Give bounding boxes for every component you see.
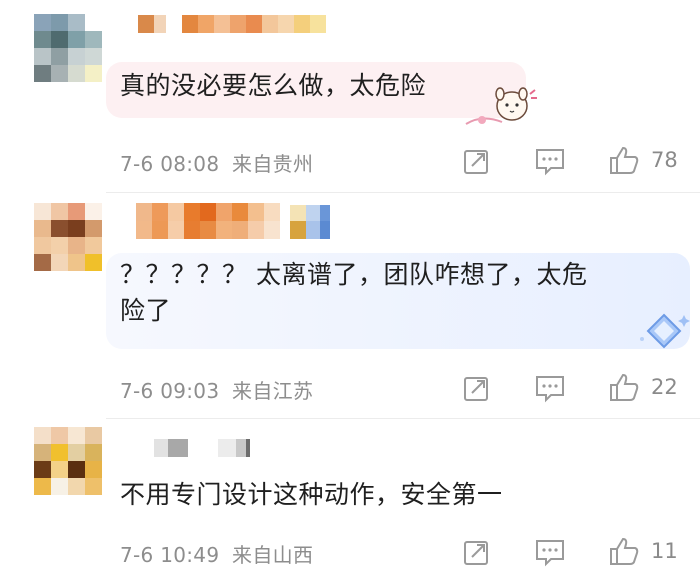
comment-meta: 7-6 08:08 来自贵州 bbox=[120, 148, 313, 177]
comment-item: 不用专门设计这种动作，安全第一 7-6 10:49 来自山西 11 bbox=[0, 419, 700, 567]
comment-item: ？？？？？ 太离谱了，团队咋想了，太危 险了 7-6 09:03 来自江苏 22 bbox=[0, 193, 700, 418]
like-count: 22 bbox=[651, 375, 678, 399]
diamond-sticker-icon bbox=[640, 313, 690, 349]
comment-location: 来自贵州 bbox=[232, 152, 314, 176]
comment-location: 来自江苏 bbox=[232, 379, 314, 403]
comment-location: 来自山西 bbox=[232, 543, 314, 567]
avatar[interactable] bbox=[34, 14, 102, 82]
comment-meta: 7-6 09:03 来自江苏 bbox=[120, 375, 313, 404]
like-count: 78 bbox=[651, 148, 678, 172]
comment-time: 7-6 08:08 bbox=[120, 152, 220, 176]
username[interactable] bbox=[138, 15, 326, 33]
comment-text: ？？？？？ 太离谱了，团队咋想了，太危 险了 bbox=[120, 260, 588, 325]
thumbs-up-icon[interactable] bbox=[608, 535, 640, 567]
username[interactable] bbox=[136, 203, 280, 221]
avatar[interactable] bbox=[34, 203, 102, 271]
bear-sticker-icon bbox=[465, 87, 537, 125]
user-badge bbox=[290, 221, 330, 239]
username[interactable] bbox=[136, 221, 280, 239]
thumbs-up-icon[interactable] bbox=[608, 144, 640, 176]
share-icon[interactable] bbox=[462, 146, 492, 176]
comment-text: 不用专门设计这种动作，安全第一 bbox=[120, 480, 503, 509]
comment-time: 7-6 09:03 bbox=[120, 379, 220, 403]
avatar[interactable] bbox=[34, 427, 102, 495]
comment-time: 7-6 10:49 bbox=[120, 543, 220, 567]
comment-item: 真的没必要怎么做，太危险 7-6 08:08 来自贵州 78 bbox=[0, 0, 700, 192]
comment-text: 真的没必要怎么做，太危险 bbox=[120, 71, 427, 100]
thumbs-up-icon[interactable] bbox=[608, 371, 640, 403]
share-icon[interactable] bbox=[462, 537, 492, 567]
comment-icon[interactable] bbox=[534, 373, 566, 403]
comment-icon[interactable] bbox=[534, 537, 566, 567]
like-count: 11 bbox=[651, 539, 678, 563]
share-icon[interactable] bbox=[462, 373, 492, 403]
comment-icon[interactable] bbox=[534, 146, 566, 176]
username[interactable] bbox=[154, 439, 250, 457]
